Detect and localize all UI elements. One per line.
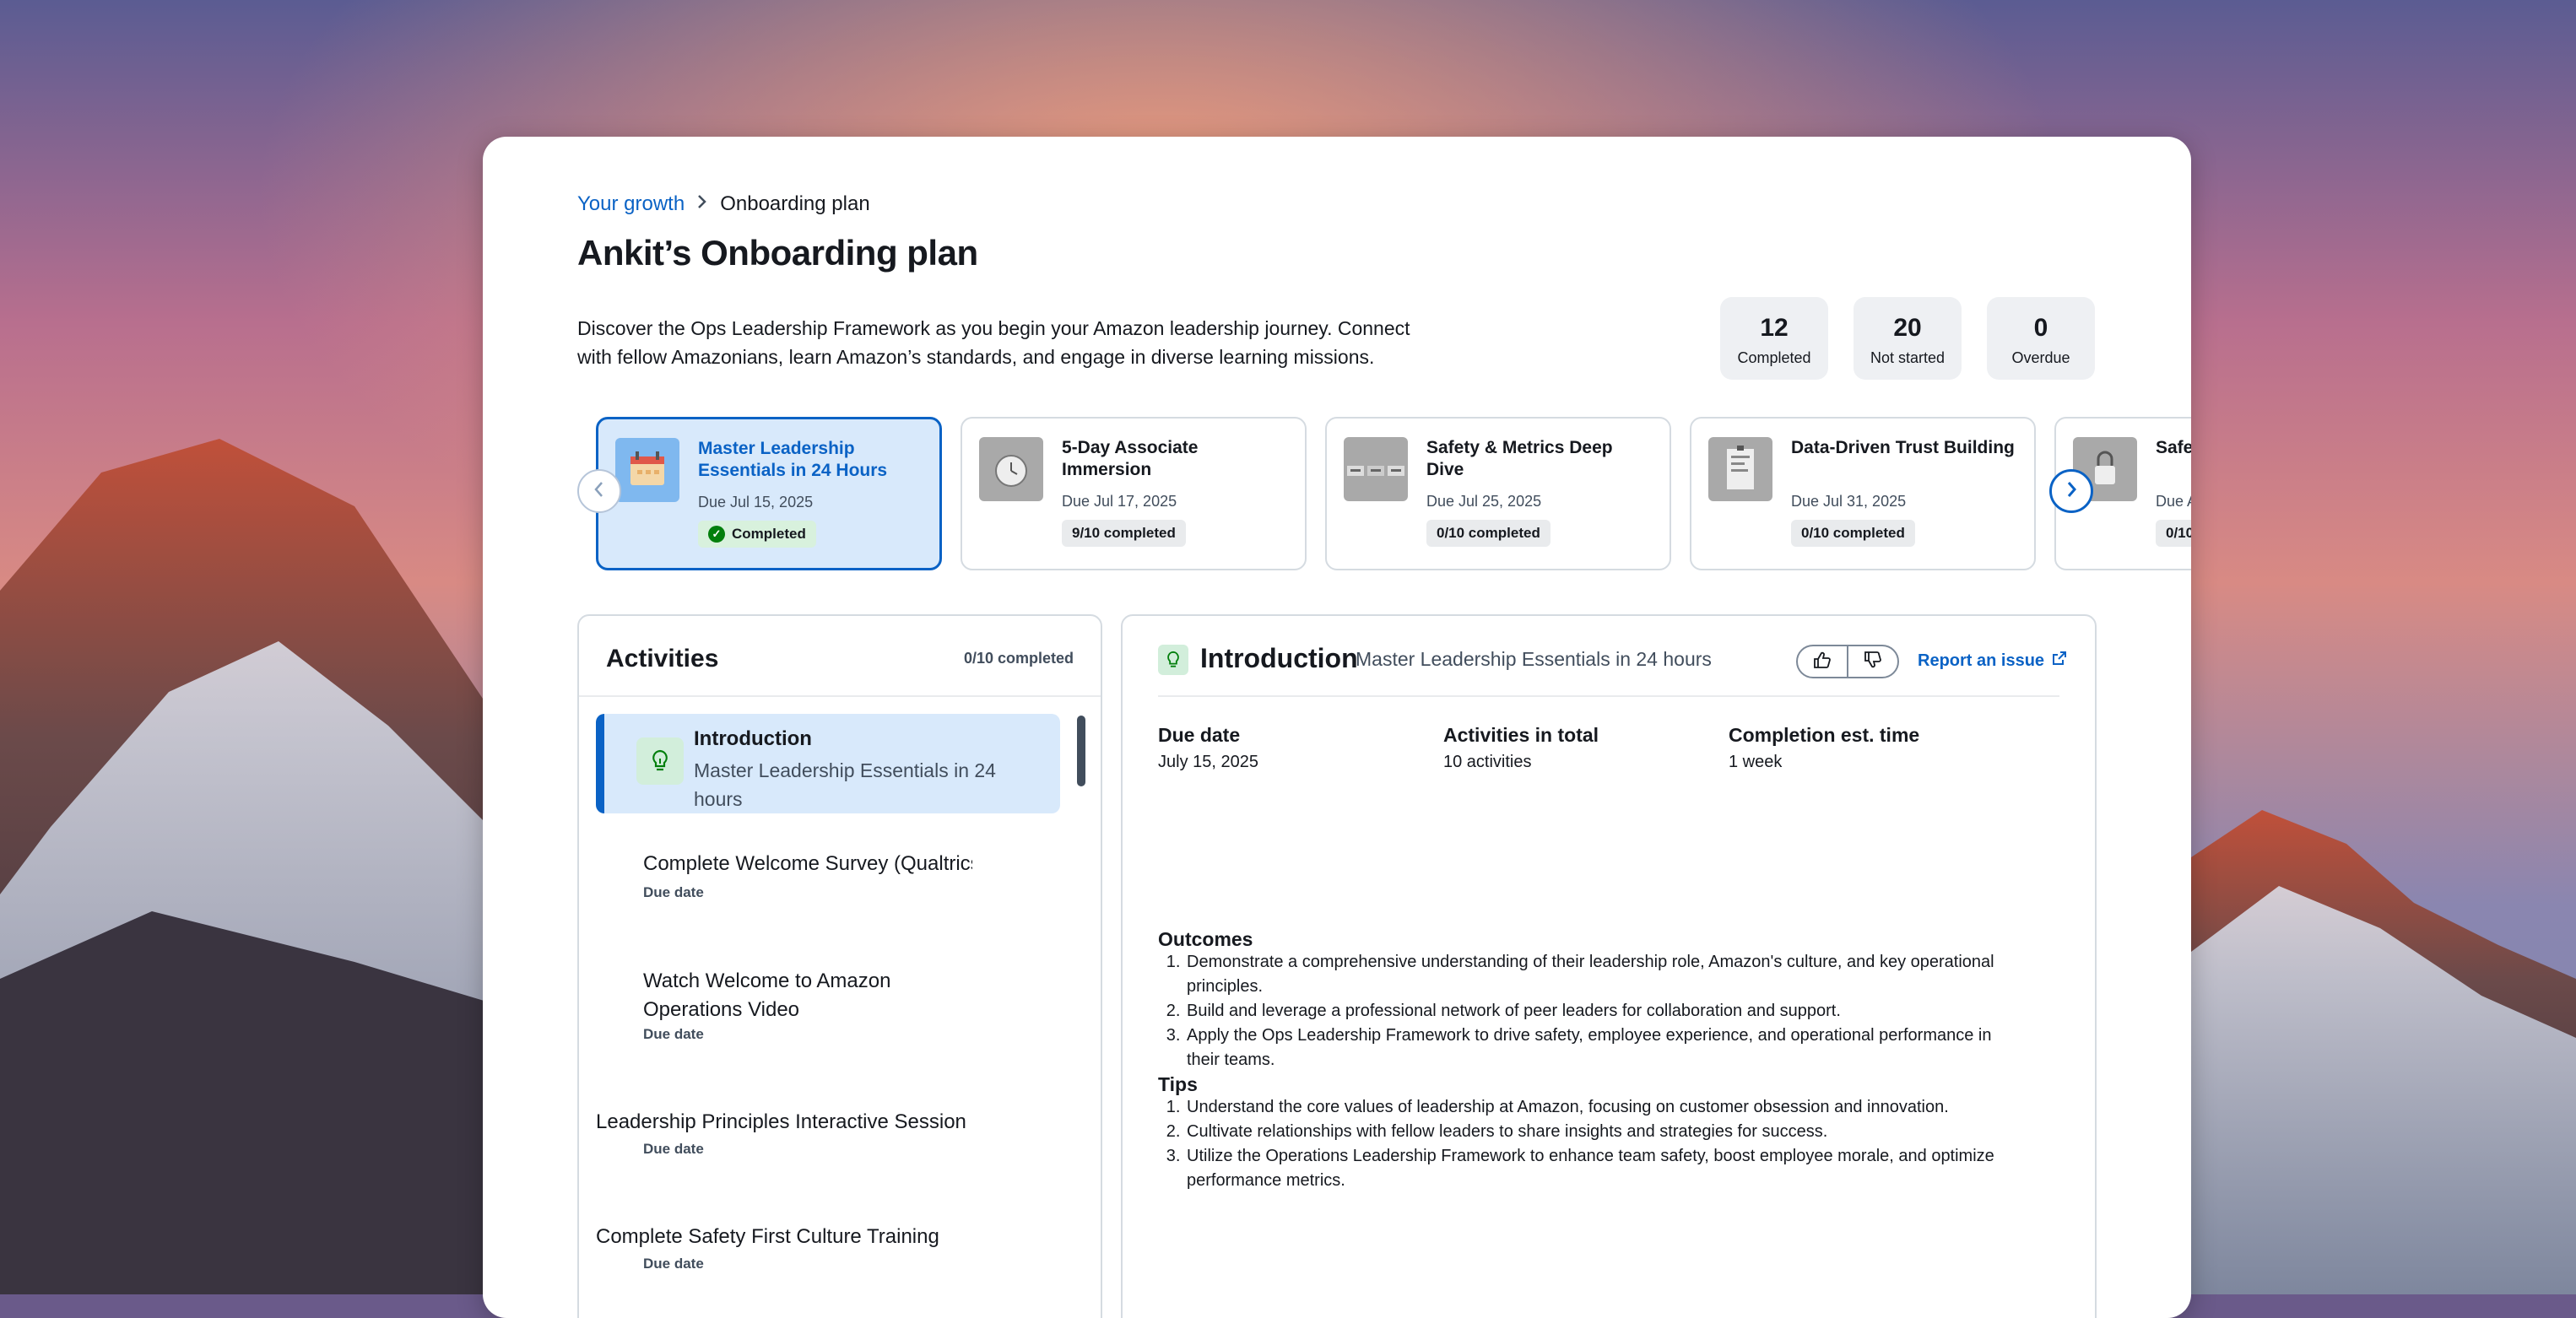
page-title: Ankit’s Onboarding plan [577,233,978,273]
activity-item[interactable]: Complete Welcome Survey (Qualtrics) [643,852,972,876]
thumbs-up-icon [1813,651,1832,673]
stats-group: 12 Completed 20 Not started 0 Overdue [1720,297,2095,380]
due-date-label: Due date [1158,724,1241,746]
status-badge: 9/10 completed [1062,520,1186,547]
activity-item[interactable]: Complete Safety First Culture Training [596,1225,939,1249]
detail-subtitle: Master Leadership Essentials in 24 hours [1356,648,1712,670]
mission-due: Due Au [2156,493,2191,510]
lightbulb-icon [1158,645,1188,675]
onboarding-panel: Your growth Onboarding plan Ankit’s Onbo… [483,137,2191,1318]
activity-title: Introduction [694,727,812,750]
lightbulb-icon [636,737,684,785]
mission-carousel: Master Leadership Essentials in 24 Hours… [596,417,2191,572]
activity-item[interactable]: Watch Welcome to Amazon Operations Video [643,967,972,1024]
stat-not-started: 20 Not started [1854,297,1962,380]
activity-due: Due date [643,1026,704,1042]
report-issue-link[interactable]: Report an issue [1918,650,2068,672]
badge-label: 0/10 completed [1801,525,1905,541]
document-icon [1708,437,1772,501]
stat-label: Completed [1737,349,1811,366]
mission-title: Master Leadership Essentials in 24 Hours [698,439,888,480]
divider [1158,695,2059,697]
mission-card[interactable]: 5-Day Associate Immersion Due Jul 17, 20… [961,417,1307,570]
status-badge: 0/10 [2156,520,2191,547]
outcomes-title: Outcomes [1158,928,1253,950]
due-date-value: July 15, 2025 [1158,753,1258,771]
carousel-next-button[interactable] [2049,469,2093,513]
feedback-group [1796,645,1899,678]
status-badge: 0/10 completed [1791,520,1915,547]
external-link-icon [2051,650,2068,672]
activities-total-label: Activities in total [1443,724,1599,746]
badge-label: Completed [732,526,806,542]
mission-card[interactable]: Data-Driven Trust Building Due Jul 31, 2… [1690,417,2036,570]
plan-description: Discover the Ops Leadership Framework as… [577,317,1410,368]
mission-card[interactable]: Master Leadership Essentials in 24 Hours… [596,417,942,570]
stat-overdue: 0 Overdue [1987,297,2095,380]
mission-due: Due Jul 31, 2025 [1791,493,1907,510]
mission-card[interactable]: Safety & Metrics Deep Dive Due Jul 25, 2… [1325,417,1671,570]
outcome-item: Demonstrate a comprehensive understandin… [1185,950,2004,999]
activities-title: Activities [606,645,719,673]
tips-list: Understand the core values of leadership… [1158,1095,2004,1193]
tip-item: Understand the core values of leadership… [1185,1095,2004,1120]
clock-icon [979,437,1043,501]
check-circle-icon: ✓ [708,526,725,543]
outcomes-list: Demonstrate a comprehensive understandin… [1158,950,2004,1072]
mission-due: Due Jul 25, 2025 [1426,493,1542,510]
activity-due: Due date [643,1141,704,1157]
breadcrumb: Your growth Onboarding plan [577,192,870,216]
mission-title: Data-Driven Trust Building [1791,438,2015,457]
completion-time-value: 1 week [1729,753,1783,771]
activities-count: 0/10 completed [963,650,1074,667]
tip-item: Utilize the Operations Leadership Framew… [1185,1144,2004,1193]
activities-panel: Activities 0/10 completed Introduction M… [577,614,1102,1318]
stat-value: 12 [1760,314,1789,342]
outcome-item: Build and leverage a professional networ… [1185,999,2004,1024]
activity-due: Due date [643,884,704,900]
outcome-item: Apply the Ops Leadership Framework to dr… [1185,1024,2004,1072]
activity-detail-panel: Introduction Master Leadership Essential… [1121,614,2097,1318]
divider [579,695,1101,697]
badge-label: 9/10 completed [1072,525,1176,541]
stat-label: Overdue [2011,349,2070,366]
chevron-right-icon [696,193,708,215]
activity-due: Due date [643,1256,704,1272]
breadcrumb-link-your-growth[interactable]: Your growth [577,192,685,216]
stat-label: Not started [1870,349,1946,366]
report-issue-label: Report an issue [1918,651,2045,670]
stat-completed: 12 Completed [1720,297,1828,380]
activities-total-value: 10 activities [1443,753,1532,771]
activity-item-selected[interactable]: Introduction Master Leadership Essential… [596,714,1060,813]
tips-title: Tips [1158,1073,1198,1095]
activity-item[interactable]: Leadership Principles Interactive Sessio… [596,1110,966,1134]
mission-title: Safety Sprint [2156,438,2191,457]
badge-label: 0/10 [2166,525,2191,541]
detail-title: Introduction [1200,643,1358,673]
badge-label: 0/10 completed [1437,525,1540,541]
calendar-icon [615,438,679,502]
completion-time-label: Completion est. time [1729,724,1920,746]
activity-subtitle: Master Leadership Essentials in 24 hours [694,759,996,810]
chevron-left-icon [593,480,606,503]
tip-item: Cultivate relationships with fellow lead… [1185,1120,2004,1144]
stat-value: 0 [2033,314,2048,342]
mission-due: Due Jul 15, 2025 [698,494,814,510]
status-badge: ✓ Completed [698,521,816,548]
thumbs-down-icon [1864,651,1882,673]
breadcrumb-current: Onboarding plan [720,192,870,215]
thumbs-up-button[interactable] [1798,646,1847,677]
mission-title: Safety & Metrics Deep Dive [1426,438,1613,479]
chevron-right-icon [2065,480,2078,503]
mission-due: Due Jul 17, 2025 [1062,493,1177,510]
metrics-icon [1344,437,1408,501]
stat-value: 20 [1893,314,1922,342]
thumbs-down-button[interactable] [1847,646,1897,677]
carousel-prev-button[interactable] [577,469,621,513]
scrollbar[interactable] [1077,716,1085,786]
mission-title: 5-Day Associate Immersion [1062,438,1199,479]
status-badge: 0/10 completed [1426,520,1550,547]
